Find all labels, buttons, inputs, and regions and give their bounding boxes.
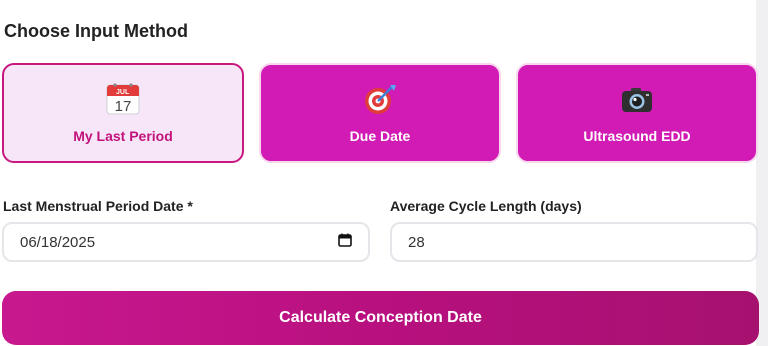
scrollbar-track (756, 0, 768, 346)
lmp-date-value: 06/18/2025 (20, 233, 96, 251)
section-title: Choose Input Method (4, 21, 188, 41)
cycle-length-value: 28 (408, 233, 425, 251)
lmp-date-input[interactable]: 06/18/2025 (2, 222, 370, 262)
calendar-icon: JUL 17 (106, 83, 140, 115)
method-label: My Last Period (73, 128, 173, 144)
svg-text:17: 17 (115, 98, 132, 115)
cycle-length-label: Average Cycle Length (days) (390, 198, 582, 214)
method-ultrasound-card[interactable]: Ultrasound EDD (516, 63, 758, 163)
method-last-period-card[interactable]: JUL 17 My Last Period (2, 63, 244, 163)
camera-icon (620, 83, 654, 115)
target-icon (363, 83, 397, 115)
method-label: Ultrasound EDD (583, 128, 691, 144)
calculate-conception-button[interactable]: Calculate Conception Date (2, 291, 759, 345)
lmp-date-label: Last Menstrual Period Date * (3, 198, 193, 214)
method-due-date-card[interactable]: Due Date (259, 63, 501, 163)
svg-text:JUL: JUL (116, 89, 130, 96)
cycle-length-input[interactable]: 28 (390, 222, 758, 262)
calendar-picker-icon[interactable] (338, 233, 352, 251)
method-label: Due Date (349, 128, 411, 144)
